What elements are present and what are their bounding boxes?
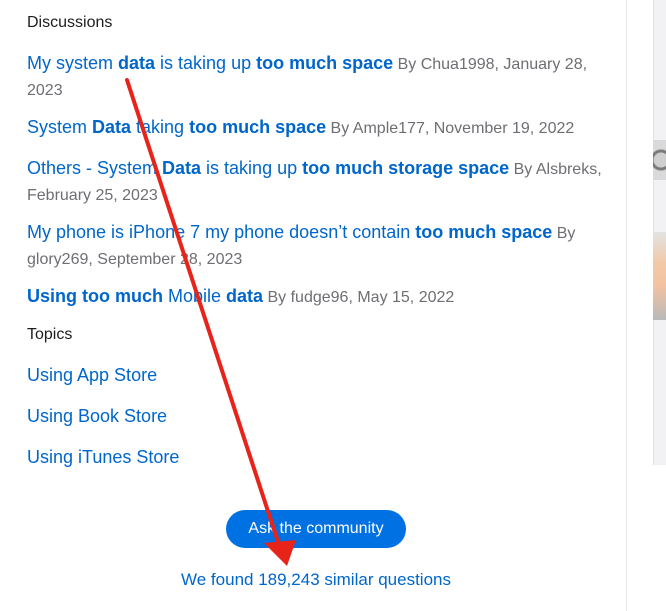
link-text-highlight: too much space <box>415 222 553 242</box>
link-text-highlight: data <box>118 53 156 73</box>
link-text-highlight: Using too much <box>27 286 163 306</box>
ask-community-button[interactable]: Ask the community <box>226 510 406 548</box>
link-text-highlight: too much space <box>256 53 394 73</box>
link-text: Mobile <box>163 286 227 306</box>
link-text-highlight: Data <box>162 158 202 178</box>
topic-link-itunes-store[interactable]: Using iTunes Store <box>27 447 179 468</box>
link-text-highlight: Data <box>92 117 132 137</box>
discussion-link[interactable]: Using too much Mobile data <box>27 286 263 306</box>
link-text-highlight: too much space <box>189 117 327 137</box>
discussion-link[interactable]: Others - System Data is taking up too mu… <box>27 158 509 178</box>
discussion-item: My system data is taking up too much spa… <box>27 51 627 103</box>
link-text: My phone is iPhone 7 my phone doesn’t co… <box>27 222 416 242</box>
discussion-meta: By Ample177, November 19, 2022 <box>326 120 575 137</box>
discussion-item: Using too much Mobile data By fudge96, M… <box>27 284 627 310</box>
link-text-highlight: too much storage space <box>302 158 510 178</box>
search-results-panel: Discussions My system data is taking up … <box>0 0 627 611</box>
discussion-link[interactable]: My phone is iPhone 7 my phone doesn’t co… <box>27 222 552 242</box>
similar-questions-link[interactable]: We found 189,243 similar questions <box>0 570 632 590</box>
topic-link-book-store[interactable]: Using Book Store <box>27 406 167 427</box>
topic-link-app-store[interactable]: Using App Store <box>27 365 157 386</box>
link-text: taking <box>131 117 190 137</box>
discussions-heading: Discussions <box>27 14 113 31</box>
link-text-highlight: data <box>226 286 264 306</box>
link-text: is taking up <box>201 158 303 178</box>
discussion-link[interactable]: System Data taking too much space <box>27 117 326 137</box>
thumbnail-image <box>653 232 666 320</box>
discussion-item: My phone is iPhone 7 my phone doesn’t co… <box>27 220 627 272</box>
link-text: System <box>27 117 93 137</box>
thumbnail-image <box>653 140 666 180</box>
topics-heading: Topics <box>27 326 73 343</box>
discussion-item: Others - System Data is taking up too mu… <box>27 156 627 208</box>
link-text: Others - System <box>27 158 163 178</box>
link-text: is taking up <box>155 53 257 73</box>
discussion-item: System Data taking too much space By Amp… <box>27 115 627 141</box>
discussion-meta: By fudge96, May 15, 2022 <box>263 289 455 306</box>
discussion-link[interactable]: My system data is taking up too much spa… <box>27 53 393 73</box>
link-text: My system <box>27 53 119 73</box>
